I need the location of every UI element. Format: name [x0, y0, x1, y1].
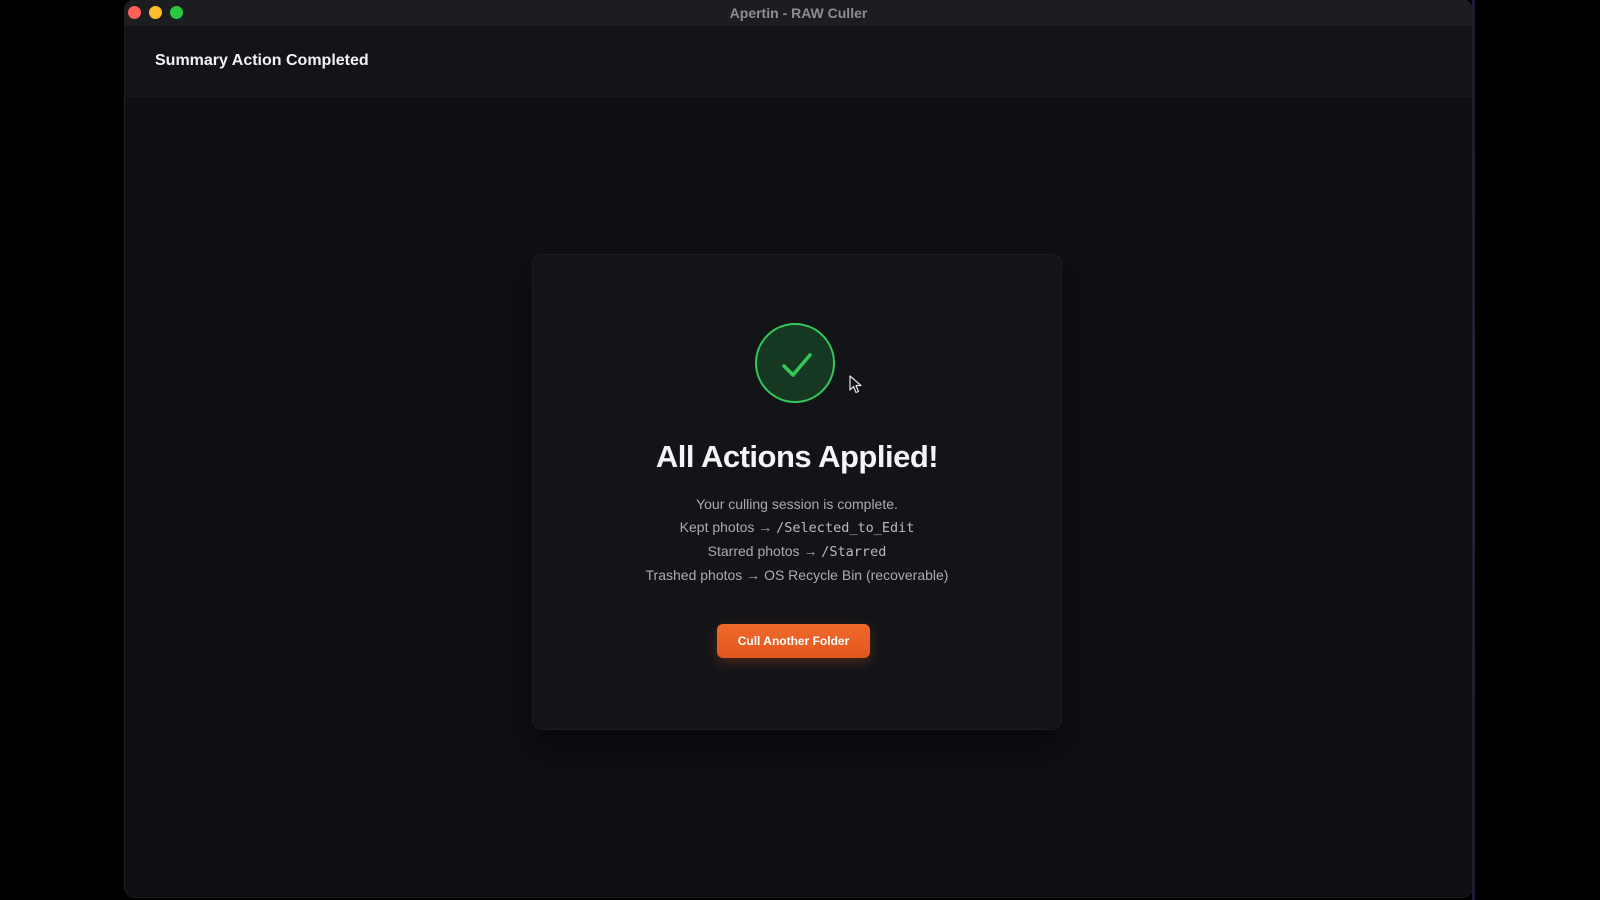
trashed-photos-label: Trashed photos: [645, 567, 743, 583]
checkmark-icon: [782, 353, 812, 377]
trashed-arrow-icon: →: [746, 567, 761, 583]
desktop-background-edge: [1472, 0, 1475, 900]
summary-card: All Actions Applied! Your culling sessio…: [532, 254, 1062, 730]
cull-another-folder-button[interactable]: Cull Another Folder: [717, 624, 870, 658]
kept-photos-line: Kept photos → /Selected_to_Edit: [533, 516, 1061, 540]
main-content: All Actions Applied! Your culling sessio…: [125, 97, 1472, 897]
app-window: Apertin - RAW Culler Summary Action Comp…: [125, 0, 1472, 897]
trashed-photos-destination: OS Recycle Bin (recoverable): [764, 567, 949, 583]
starred-photos-label: Starred photos: [707, 543, 800, 559]
window-title: Apertin - RAW Culler: [729, 5, 868, 21]
starred-photos-line: Starred photos → /Starred: [533, 540, 1061, 564]
kept-photos-path: /Selected_to_Edit: [776, 520, 915, 536]
trashed-photos-line: Trashed photos → OS Recycle Bin (recover…: [533, 564, 1061, 587]
mouse-cursor-icon: [849, 375, 862, 394]
kept-arrow-icon: →: [758, 519, 773, 535]
session-complete-text: Your culling session is complete.: [696, 496, 898, 512]
starred-photos-path: /Starred: [821, 544, 887, 560]
title-bar: Apertin - RAW Culler: [125, 0, 1472, 27]
success-badge: [755, 323, 835, 403]
desktop: Apertin - RAW Culler Summary Action Comp…: [0, 0, 1600, 900]
success-heading: All Actions Applied!: [655, 439, 939, 474]
summary-details: Your culling session is complete. Kept p…: [533, 493, 1061, 587]
kept-photos-label: Kept photos: [679, 519, 755, 535]
starred-arrow-icon: →: [803, 543, 818, 559]
app-header: Summary Action Completed: [125, 27, 1472, 97]
page-title: Summary Action Completed: [155, 52, 369, 69]
